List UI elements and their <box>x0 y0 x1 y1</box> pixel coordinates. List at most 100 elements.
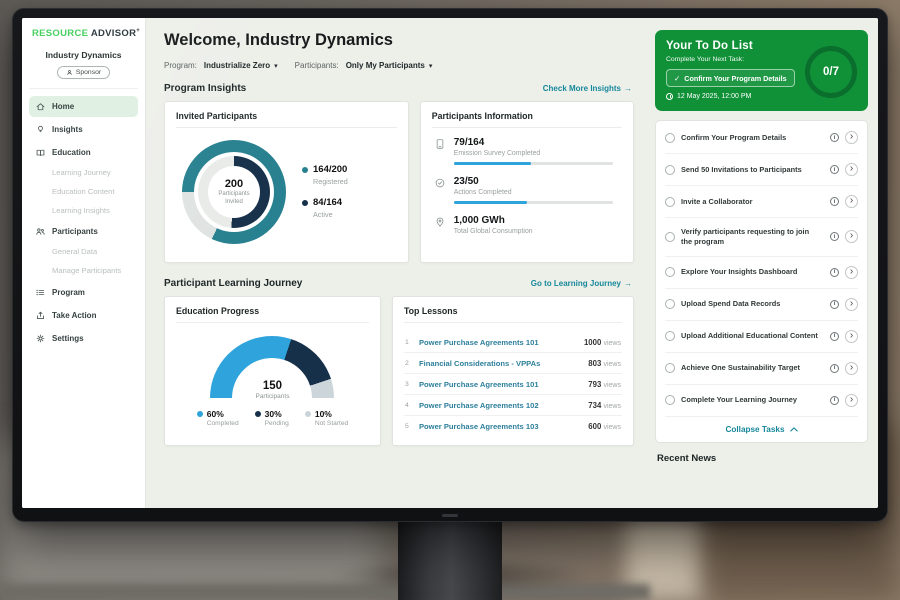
logo-advisor: ADVISOR+ <box>91 28 140 39</box>
arrow-right-icon <box>624 279 632 288</box>
chevron-down-icon <box>274 62 278 70</box>
sidebar-item-label: Settings <box>52 334 84 343</box>
info-icon[interactable] <box>830 165 839 174</box>
sidebar-item-home[interactable]: Home <box>29 96 138 117</box>
lesson-row: 1 Power Purchase Agreements 101 1000 vie… <box>404 332 622 353</box>
task-item[interactable]: Verify participants requesting to join t… <box>665 218 858 257</box>
stat-bar-fill <box>454 162 531 165</box>
org-name: Industry Dynamics <box>29 50 138 60</box>
task-checkbox[interactable] <box>665 197 675 207</box>
sponsor-badge[interactable]: Sponsor <box>57 66 110 79</box>
info-icon[interactable] <box>830 232 839 241</box>
collapse-tasks-button[interactable]: Collapse Tasks <box>665 417 858 438</box>
chevron-right-icon[interactable] <box>845 394 858 407</box>
sidebar-item-education-content[interactable]: Education Content <box>29 184 138 201</box>
task-item[interactable]: Explore Your Insights Dashboard <box>665 257 858 289</box>
arrow-right-icon <box>624 84 632 93</box>
chevron-right-icon[interactable] <box>845 163 858 176</box>
todo-panel: Your To Do List Complete Your Next Task:… <box>646 18 878 508</box>
sidebar-item-general-data[interactable]: General Data <box>29 244 138 261</box>
sidebar-item-participants[interactable]: Participants <box>29 221 138 242</box>
task-checkbox[interactable] <box>665 267 675 277</box>
legend-pending: 30% Pending <box>255 409 289 427</box>
todo-summary-card: Your To Do List Complete Your Next Task:… <box>655 30 868 111</box>
sidebar-item-manage-participants[interactable]: Manage Participants <box>29 263 138 280</box>
task-checkbox[interactable] <box>665 395 675 405</box>
sidebar-item-label: Program <box>52 288 85 297</box>
target-check-icon <box>434 177 446 189</box>
progress-track <box>454 201 613 204</box>
donut-center-value: 200 <box>225 178 243 190</box>
check-more-insights-link[interactable]: Check More Insights <box>543 84 632 93</box>
go-to-learning-journey-link[interactable]: Go to Learning Journey <box>531 279 632 288</box>
sidebar-item-label: Learning Insights <box>52 207 110 216</box>
screen: RESOURCE ADVISOR+ Industry Dynamics Spon… <box>22 18 878 508</box>
lesson-link[interactable]: Financial Considerations - VPPAs <box>419 359 581 368</box>
task-checkbox[interactable] <box>665 232 675 242</box>
lesson-link[interactable]: Power Purchase Agreements 101 <box>419 338 577 347</box>
chevron-right-icon[interactable] <box>845 230 858 243</box>
next-task-chip[interactable]: Confirm Your Program Details <box>666 69 795 87</box>
lesson-link[interactable]: Power Purchase Agreements 103 <box>419 422 581 431</box>
sidebar-item-learning-insights[interactable]: Learning Insights <box>29 203 138 220</box>
sidebar-item-label: Participants <box>52 227 98 236</box>
sidebar-item-label: General Data <box>52 248 97 257</box>
sidebar-item-program[interactable]: Program <box>29 282 138 303</box>
legend-dot-navy <box>255 411 261 417</box>
sidebar-item-insights[interactable]: Insights <box>29 119 138 140</box>
legend-dot-navy <box>302 200 308 206</box>
clock-icon <box>666 93 673 100</box>
task-checkbox[interactable] <box>665 363 675 373</box>
task-checkbox[interactable] <box>665 331 675 341</box>
legend-dot-blue <box>197 411 203 417</box>
info-icon[interactable] <box>830 197 839 206</box>
bezel-logo <box>442 514 458 517</box>
action-icon <box>35 310 46 321</box>
task-item[interactable]: Complete Your Learning Journey <box>665 385 858 417</box>
program-filter-label: Program: <box>164 61 197 70</box>
participants-filter-dropdown[interactable]: Only My Participants <box>346 61 433 70</box>
lesson-link[interactable]: Power Purchase Agreements 101 <box>419 380 581 389</box>
task-item[interactable]: Send 50 Invitations to Participants <box>665 154 858 186</box>
lesson-row: 4 Power Purchase Agreements 102 734 view… <box>404 395 622 416</box>
info-icon[interactable] <box>830 396 839 405</box>
gauge-center-label: Participants <box>210 393 334 400</box>
sidebar-item-take-action[interactable]: Take Action <box>29 305 138 326</box>
chevron-right-icon[interactable] <box>845 195 858 208</box>
info-icon[interactable] <box>830 332 839 341</box>
task-item[interactable]: Achieve One Sustainability Target <box>665 353 858 385</box>
chevron-right-icon[interactable] <box>845 131 858 144</box>
info-icon[interactable] <box>830 268 839 277</box>
info-icon[interactable] <box>830 300 839 309</box>
participants-filter-label: Participants: <box>295 61 339 70</box>
task-checkbox[interactable] <box>665 133 675 143</box>
home-icon <box>35 101 46 112</box>
chevron-right-icon[interactable] <box>845 330 858 343</box>
program-filter-dropdown[interactable]: Industrialize Zero <box>204 61 278 70</box>
sidebar-item-settings[interactable]: Settings <box>29 328 138 349</box>
progress-track <box>454 162 613 165</box>
task-item[interactable]: Upload Additional Educational Content <box>665 321 858 353</box>
chevron-right-icon[interactable] <box>845 362 858 375</box>
main-content: Welcome, Industry Dynamics Program: Indu… <box>146 18 646 508</box>
sidebar-item-learning-journey[interactable]: Learning Journey <box>29 165 138 182</box>
chevron-right-icon[interactable] <box>845 298 858 311</box>
sidebar-item-education[interactable]: Education <box>29 142 138 163</box>
task-item[interactable]: Invite a Collaborator <box>665 186 858 218</box>
next-task-label: Confirm Your Program Details <box>684 74 786 83</box>
sidebar-item-label: Learning Journey <box>52 169 111 178</box>
info-icon[interactable] <box>830 133 839 142</box>
chevron-right-icon[interactable] <box>845 266 858 279</box>
lesson-link[interactable]: Power Purchase Agreements 102 <box>419 401 581 410</box>
insights-cards-row: Invited Participants 200 Participants In… <box>164 101 634 263</box>
info-icon[interactable] <box>830 364 839 373</box>
top-lessons-card: Top Lessons 1 Power Purchase Agreements … <box>392 296 634 446</box>
task-item[interactable]: Upload Spend Data Records <box>665 289 858 321</box>
lesson-row: 2 Financial Considerations - VPPAs 803 v… <box>404 353 622 374</box>
sidebar-item-label: Education <box>52 148 91 157</box>
task-checkbox[interactable] <box>665 165 675 175</box>
participants-filter-value: Only My Participants <box>346 61 425 70</box>
sidebar-item-label: Take Action <box>52 311 96 320</box>
task-checkbox[interactable] <box>665 299 675 309</box>
task-item[interactable]: Confirm Your Program Details <box>665 122 858 154</box>
